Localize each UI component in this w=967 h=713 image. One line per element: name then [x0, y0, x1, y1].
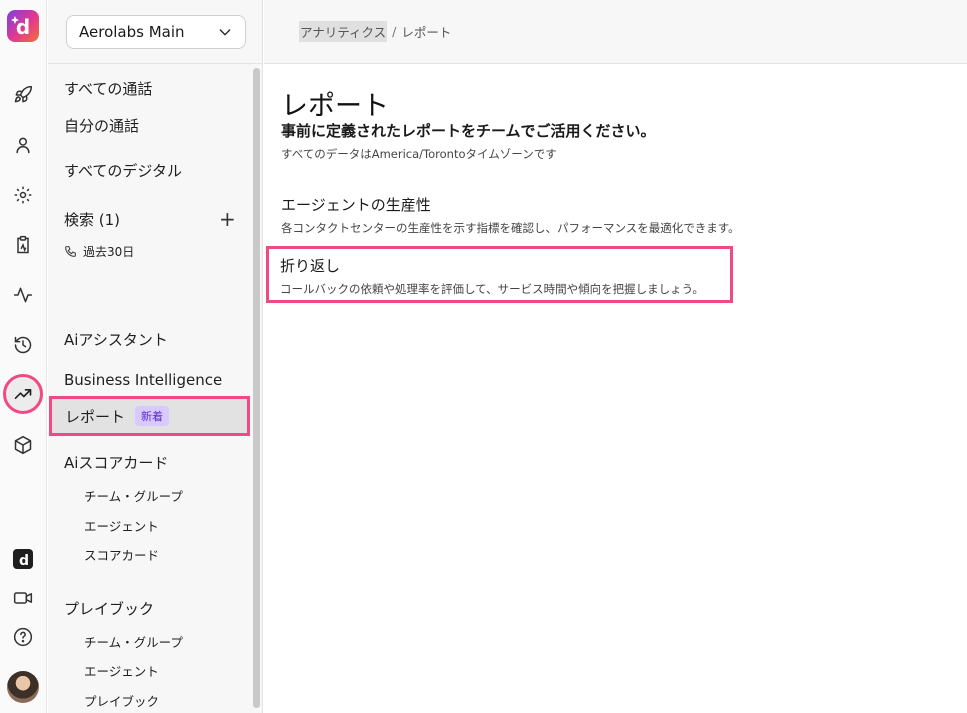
- clipboard-icon[interactable]: [11, 233, 35, 257]
- top-bar: アナリティクス / レポート: [264, 0, 967, 64]
- app-logo-icon[interactable]: d: [13, 549, 33, 569]
- phone-icon: [65, 246, 76, 257]
- svg-text:d: d: [19, 553, 29, 569]
- report-agent-productivity[interactable]: エージェントの生産性 各コンタクトセンターの生産性を示す指標を確認し、パフォーマ…: [281, 194, 740, 236]
- sidebar: Aerolabs Main すべての通話 自分の通話 すべてのデジタル 検索 (…: [48, 0, 263, 713]
- main-content: アナリティクス / レポート レポート 事前に定義されたレポートをチームでご活用…: [264, 0, 967, 713]
- breadcrumb-separator: /: [392, 24, 397, 39]
- breadcrumb: アナリティクス / レポート: [299, 21, 451, 42]
- cube-icon[interactable]: [11, 433, 35, 457]
- history-icon[interactable]: [11, 333, 35, 357]
- svg-text:d: d: [16, 15, 30, 39]
- workspace-selector[interactable]: Aerolabs Main: [66, 15, 246, 49]
- sidebar-item-label: レポート: [65, 407, 126, 426]
- report-description: コールバックの依頼や処理率を評価して、サービス時間や傾向を把握しましょう。: [280, 282, 704, 296]
- sidebar-subitem-scorecard[interactable]: スコアカード: [84, 545, 159, 564]
- sidebar-item-all-calls[interactable]: すべての通話: [64, 78, 152, 99]
- sidebar-item-reports[interactable]: レポート 新着: [49, 396, 250, 436]
- person-icon[interactable]: [11, 133, 35, 157]
- sidebar-subitem-scorecard-agent[interactable]: エージェント: [84, 516, 159, 535]
- report-callback[interactable]: 折り返し コールバックの依頼や処理率を評価して、サービス時間や傾向を把握しましょ…: [266, 246, 733, 303]
- search-filter-label: 過去30日: [83, 245, 135, 259]
- sidebar-item-all-digital[interactable]: すべてのデジタル: [64, 160, 182, 181]
- rocket-icon[interactable]: [11, 83, 35, 107]
- sidebar-subitem-playbook-agent[interactable]: エージェント: [84, 661, 159, 680]
- workspace-name: Aerolabs Main: [79, 23, 185, 41]
- page-title: レポート: [281, 91, 389, 122]
- gear-icon[interactable]: [11, 183, 35, 207]
- help-icon[interactable]: [11, 625, 35, 649]
- sidebar-scrollbar[interactable]: [253, 68, 260, 708]
- dialpad-logo-icon[interactable]: d: [7, 10, 39, 42]
- trending-up-icon[interactable]: [11, 382, 35, 406]
- new-badge: 新着: [135, 406, 170, 426]
- divider: [48, 63, 263, 64]
- sidebar-subitem-playbook[interactable]: プレイブック: [84, 691, 159, 710]
- search-filter[interactable]: 過去30日: [64, 243, 134, 260]
- report-title: エージェントの生産性: [281, 196, 431, 214]
- activity-icon[interactable]: [11, 283, 35, 307]
- sidebar-item-business-intelligence[interactable]: Business Intelligence: [64, 371, 222, 389]
- sidebar-item-my-calls[interactable]: 自分の通話: [64, 115, 139, 136]
- icon-rail: d d: [0, 0, 47, 713]
- breadcrumb-current: レポート: [401, 25, 452, 40]
- report-title: 折り返し: [280, 257, 341, 275]
- sidebar-item-playbook[interactable]: プレイブック: [64, 598, 154, 619]
- sidebar-item-ai-scorecard[interactable]: Aiスコアカード: [64, 452, 168, 473]
- sidebar-subitem-playbook-team[interactable]: チーム・グループ: [84, 632, 183, 651]
- video-icon[interactable]: [11, 586, 35, 610]
- chevron-down-icon: [219, 29, 231, 36]
- user-avatar[interactable]: [7, 671, 39, 703]
- sidebar-item-search[interactable]: 検索 (1): [64, 209, 120, 230]
- breadcrumb-analytics[interactable]: アナリティクス: [299, 21, 388, 42]
- report-description: 各コンタクトセンターの生産性を示す指標を確認し、パフォーマンスを最適化できます。: [281, 221, 740, 235]
- page-subtitle: 事前に定義されたレポートをチームでご活用ください。: [281, 122, 656, 140]
- sidebar-subitem-scorecard-team[interactable]: チーム・グループ: [84, 486, 183, 505]
- add-search-icon[interactable]: +: [219, 209, 236, 229]
- timezone-note: すべてのデータはAmerica/Torontoタイムゾーンです: [281, 147, 557, 161]
- sidebar-item-ai-assistant[interactable]: Aiアシスタント: [64, 329, 168, 350]
